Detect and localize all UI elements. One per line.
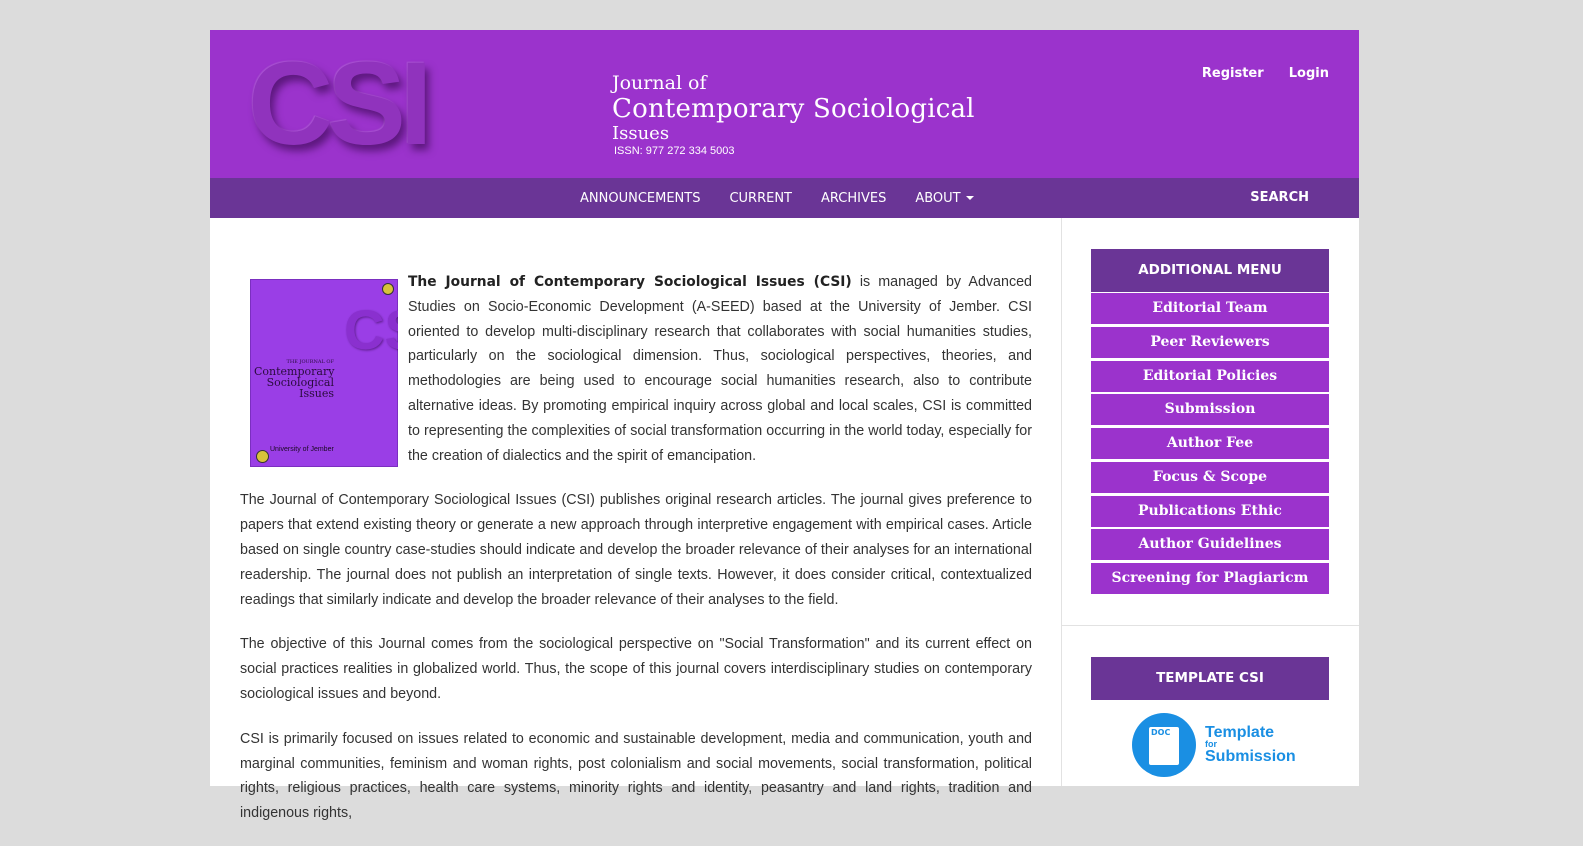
nav-current[interactable]: CURRENT: [729, 191, 792, 206]
main-content: CSI THE JOURNAL OF Contemporary Sociolog…: [210, 218, 1062, 821]
menu-editorial-team[interactable]: Editorial Team: [1090, 292, 1330, 325]
journal-issn: ISSN: 977 272 334 5003: [614, 145, 735, 157]
paragraph-4: CSI is primarily focused on issues relat…: [240, 730, 1032, 822]
template-text-line3: Submission: [1205, 748, 1296, 765]
user-links: Register Login: [1182, 62, 1329, 81]
main-nav: ANNOUNCEMENTS CURRENT ARCHIVES ABOUT SEA…: [210, 178, 1359, 218]
login-link[interactable]: Login: [1289, 66, 1329, 81]
intro-bold: The Journal of Contemporary Sociological…: [408, 274, 852, 290]
sidebar-divider: [1062, 625, 1359, 626]
menu-author-fee[interactable]: Author Fee: [1090, 427, 1330, 460]
cover-seal-icon: [382, 283, 394, 295]
register-link[interactable]: Register: [1202, 66, 1264, 81]
nav-items: ANNOUNCEMENTS CURRENT ARCHIVES ABOUT: [580, 178, 1003, 218]
journal-cover-image: CSI THE JOURNAL OF Contemporary Sociolog…: [250, 279, 398, 467]
paragraph-3: The objective of this Journal comes from…: [240, 636, 1032, 702]
journal-title-prefix: Journal of: [612, 72, 707, 94]
intro-text: is managed by Advanced Studies on Socio-…: [408, 274, 1032, 464]
journal-title-issues: Issues: [612, 123, 670, 144]
chevron-down-icon: [965, 196, 974, 200]
menu-author-guidelines[interactable]: Author Guidelines: [1090, 528, 1330, 562]
university-seal-icon: [256, 450, 269, 463]
template-doc-icon: DOC: [1132, 713, 1196, 777]
cover-footer: University of Jember: [270, 446, 334, 454]
menu-peer-reviewers[interactable]: Peer Reviewers: [1090, 325, 1330, 359]
journal-title-main: Contemporary Sociological: [612, 94, 975, 124]
search-link[interactable]: SEARCH: [1250, 178, 1309, 218]
csi-logo[interactable]: CSI: [248, 44, 480, 164]
nav-about[interactable]: ABOUT: [915, 190, 974, 206]
template-download-link[interactable]: DOC Template for Submission: [1132, 713, 1296, 779]
menu-focus-scope[interactable]: Focus & Scope: [1090, 460, 1330, 494]
additional-menu: Editorial Team Peer Reviewers Editorial …: [1090, 292, 1330, 617]
doc-label: DOC: [1151, 728, 1171, 737]
nav-archives[interactable]: ARCHIVES: [821, 191, 886, 206]
cover-title-line: Issues: [299, 387, 334, 400]
sidebar: ADDITIONAL MENU Editorial Team Peer Revi…: [1062, 218, 1359, 786]
cover-big-letters: CSI: [344, 298, 398, 361]
menu-publications-ethic[interactable]: Publications Ethic: [1090, 494, 1330, 528]
page: CSI Journal of Contemporary Sociological…: [210, 30, 1359, 821]
nav-about-label: ABOUT: [915, 190, 961, 206]
template-text: Template for Submission: [1205, 724, 1296, 765]
menu-editorial-policies[interactable]: Editorial Policies: [1090, 359, 1330, 393]
journal-description: CSI THE JOURNAL OF Contemporary Sociolog…: [240, 270, 1032, 846]
paragraph-2: The Journal of Contemporary Sociological…: [240, 492, 1032, 608]
menu-plagiarism-policy[interactable]: Screening for Plagiaricm Policy: [1090, 562, 1330, 617]
template-title: TEMPLATE CSI: [1091, 657, 1329, 700]
nav-announcements[interactable]: ANNOUNCEMENTS: [580, 191, 700, 206]
additional-menu-title: ADDITIONAL MENU: [1091, 249, 1329, 292]
menu-submission[interactable]: Submission: [1090, 393, 1330, 427]
cover-title: THE JOURNAL OF Contemporary Sociological…: [254, 359, 334, 399]
journal-title[interactable]: Journal of Contemporary Sociological Iss…: [612, 72, 975, 158]
site-header: CSI Journal of Contemporary Sociological…: [210, 30, 1359, 178]
template-text-line1: Template: [1205, 724, 1275, 741]
